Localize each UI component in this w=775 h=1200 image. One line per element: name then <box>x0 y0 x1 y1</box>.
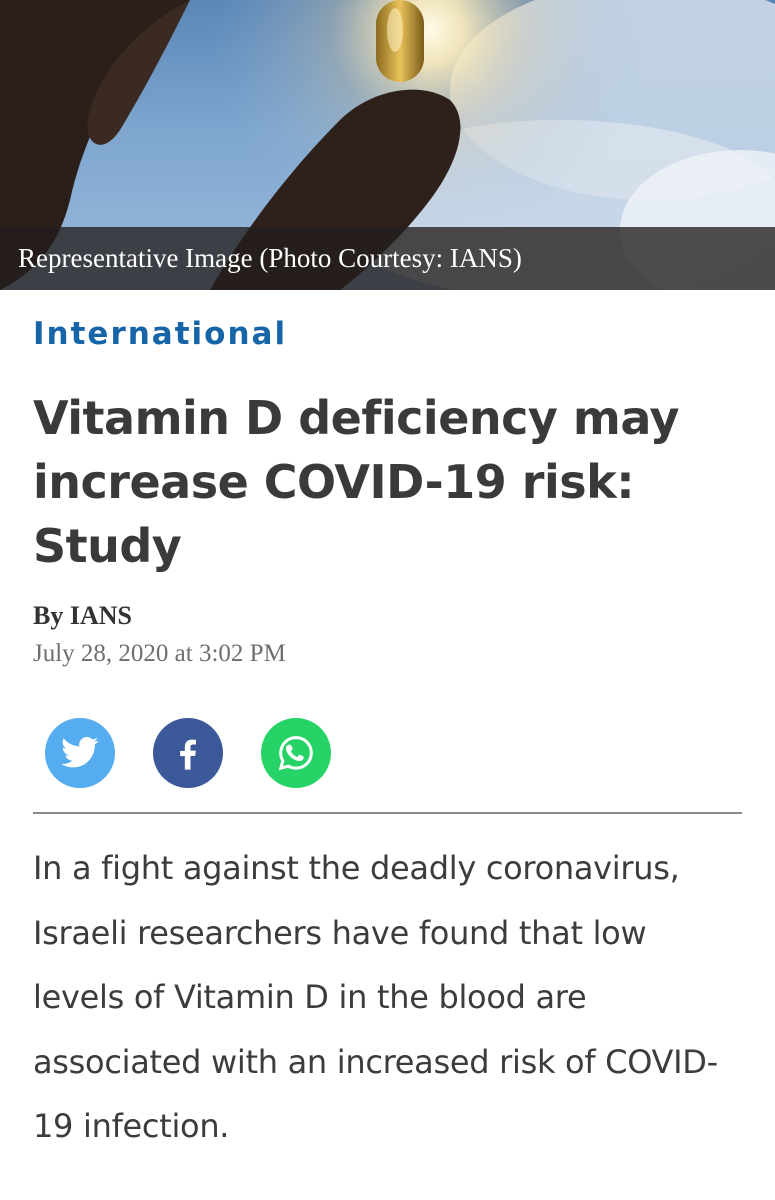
article-headline: Vitamin D deficiency may increase COVID-… <box>33 391 679 573</box>
category-link[interactable]: International <box>33 314 742 354</box>
section-divider <box>33 812 742 814</box>
image-caption: Representative Image (Photo Courtesy: IA… <box>0 227 775 290</box>
facebook-icon <box>180 739 196 770</box>
hero-image: Representative Image (Photo Courtesy: IA… <box>0 0 775 290</box>
facebook-share-button[interactable] <box>153 718 223 788</box>
publish-date: July 28, 2020 at 3:02 PM <box>33 640 286 667</box>
whatsapp-icon <box>278 736 313 771</box>
article-body: In a fight against the deadly coronaviru… <box>33 849 718 1145</box>
author-byline[interactable]: By IANS <box>33 600 742 632</box>
article-content: International Vitamin D deficiency may i… <box>0 314 775 1159</box>
twitter-share-button[interactable] <box>45 718 115 788</box>
share-bar <box>33 718 742 788</box>
whatsapp-share-button[interactable] <box>261 718 331 788</box>
twitter-icon <box>61 737 99 768</box>
